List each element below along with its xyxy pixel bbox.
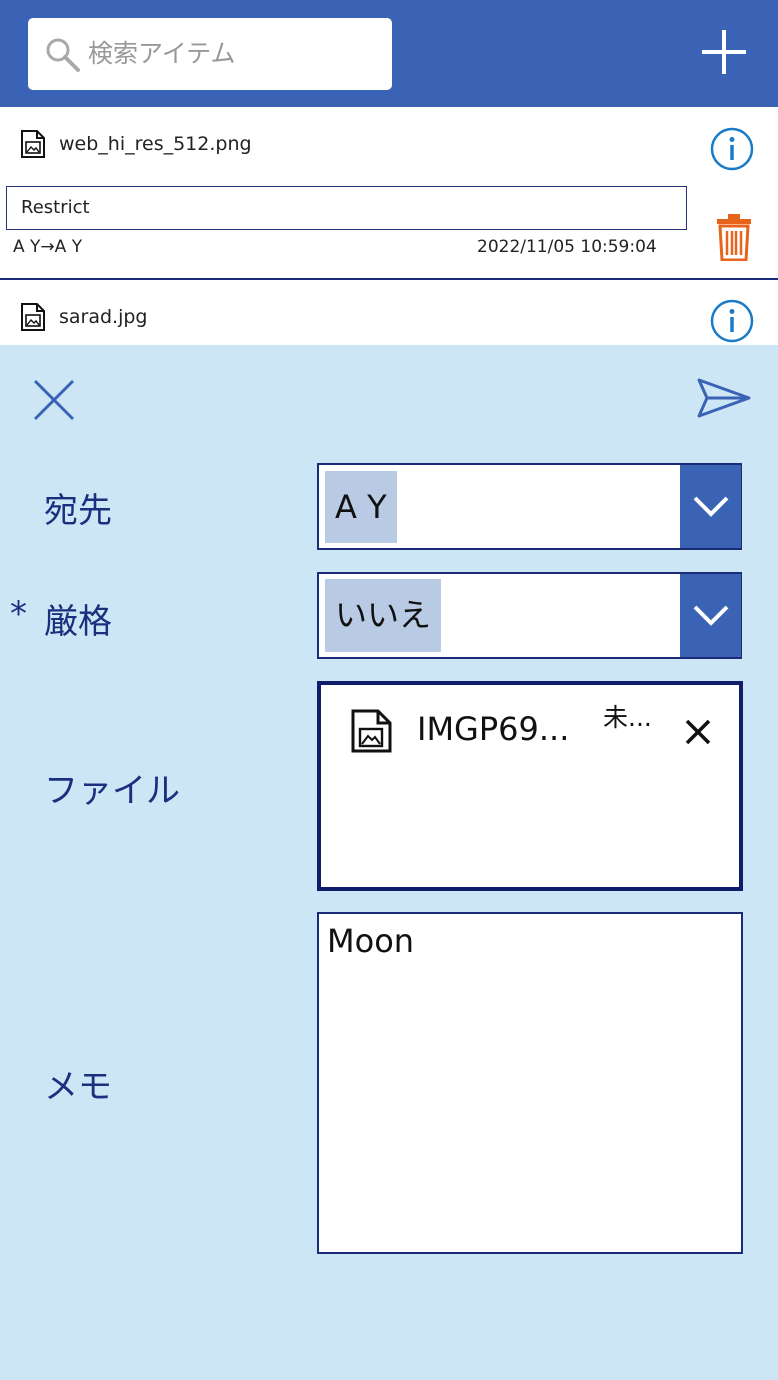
comment-field[interactable]: Restrict [6, 186, 687, 230]
recipient-label: 宛先 [44, 491, 112, 531]
trash-icon[interactable] [715, 213, 753, 261]
plus-icon[interactable] [698, 26, 750, 78]
file-label: ファイル [44, 771, 180, 811]
search-icon [46, 38, 80, 72]
close-icon[interactable] [32, 378, 76, 422]
search-input[interactable] [88, 30, 378, 76]
timestamp: 2022/11/05 10:59:04 [477, 237, 657, 257]
route-text: A Y→A Y [13, 237, 83, 257]
info-icon[interactable] [710, 127, 754, 171]
image-file-icon [351, 709, 392, 753]
chevron-down-icon [693, 605, 729, 626]
attachment-filename[interactable]: IMGP69... [417, 710, 569, 748]
attachment-status: 未... [603, 703, 652, 732]
memo-label: メモ [44, 1067, 112, 1107]
chevron-down-icon [693, 496, 729, 517]
strict-selected-value[interactable]: いいえ [325, 579, 442, 652]
required-mark: * [10, 594, 27, 634]
send-icon[interactable] [696, 376, 752, 420]
info-icon[interactable] [710, 299, 754, 343]
image-file-icon [21, 303, 45, 331]
list-item-filename[interactable]: web_hi_res_512.png [59, 133, 252, 155]
list-item-filename[interactable]: sarad.jpg [59, 306, 148, 328]
image-file-icon [21, 130, 45, 158]
remove-attachment-icon[interactable] [684, 718, 712, 746]
memo-textarea[interactable]: Moon [317, 912, 743, 1254]
row-divider [0, 278, 778, 280]
strict-label: 厳格 [44, 602, 112, 642]
recipient-selected-value[interactable]: A Y [325, 471, 397, 543]
